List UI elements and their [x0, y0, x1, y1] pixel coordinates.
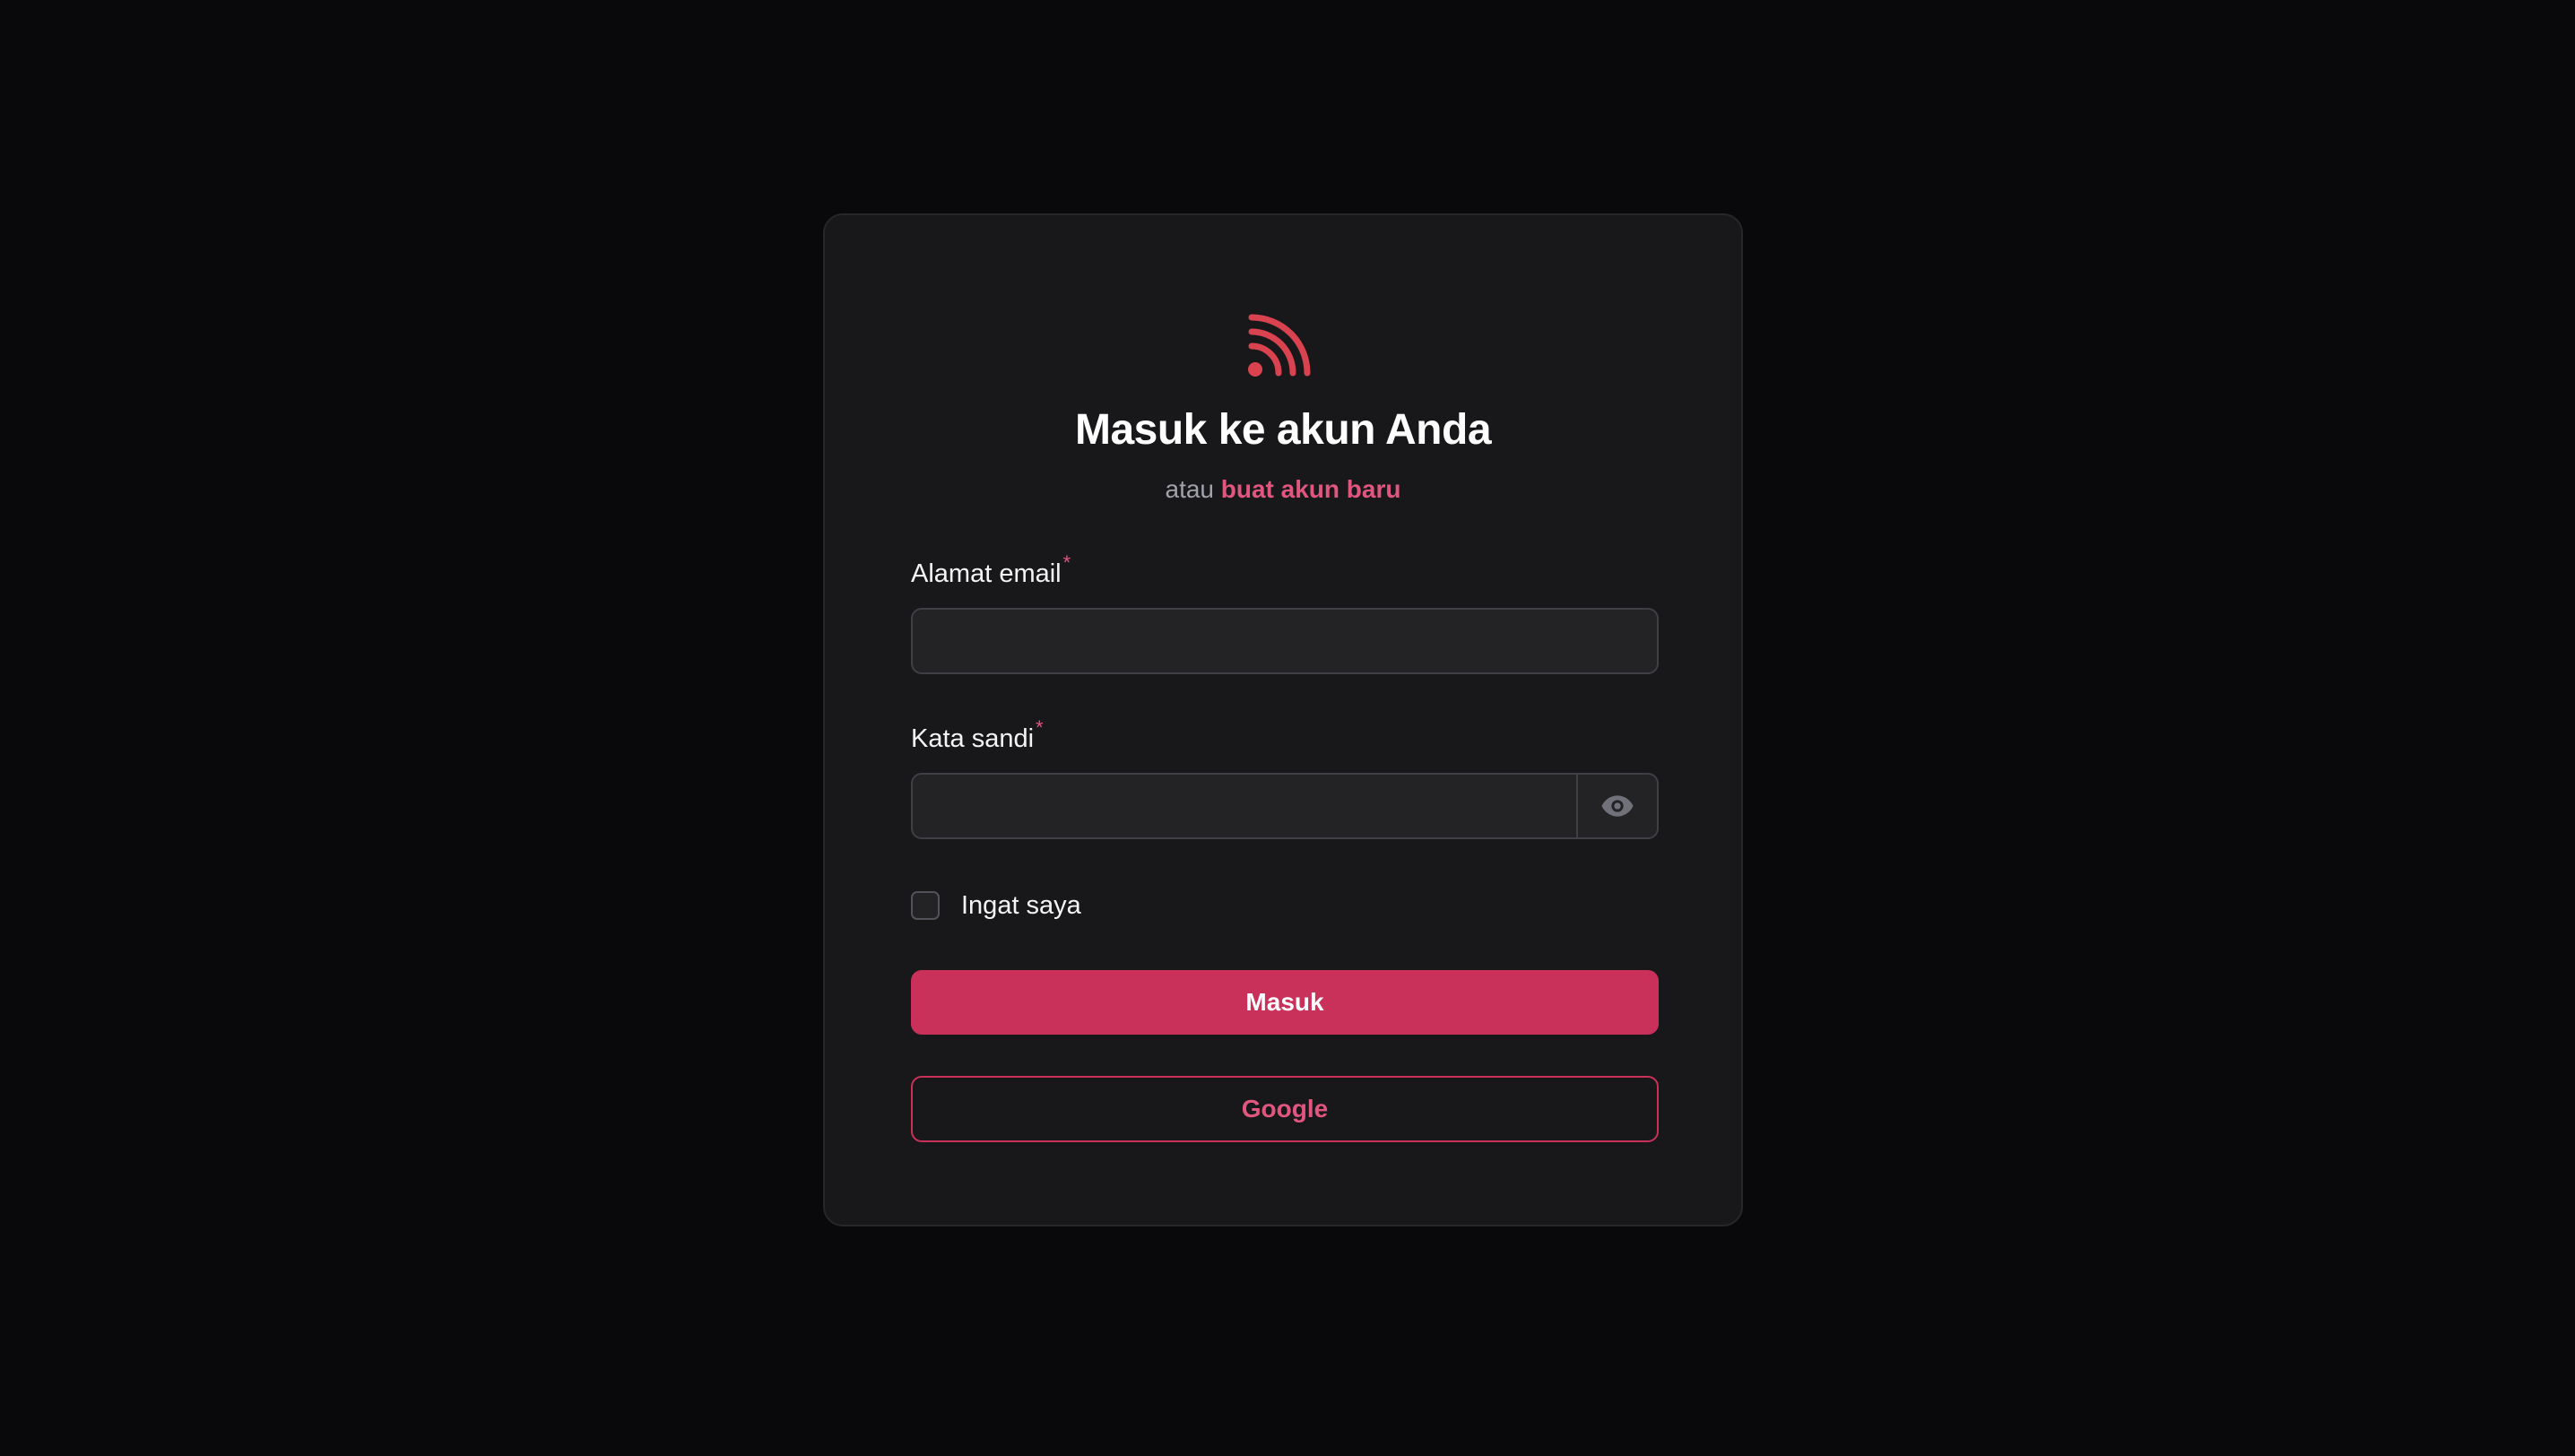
- show-password-button[interactable]: [1576, 775, 1657, 837]
- password-label: Kata sandi*: [911, 716, 1044, 758]
- remember-me-label[interactable]: Ingat saya: [961, 888, 1081, 923]
- email-field[interactable]: [911, 608, 1659, 674]
- password-label-text: Kata sandi: [911, 724, 1035, 753]
- password-field[interactable]: [913, 775, 1576, 837]
- password-field-group: [911, 773, 1659, 839]
- login-button[interactable]: Masuk: [911, 970, 1659, 1035]
- remember-me-row: Ingat saya: [911, 888, 1081, 923]
- login-card: Masuk ke akun Anda atau buat akun baru A…: [823, 213, 1743, 1226]
- email-label: Alamat email*: [911, 551, 1071, 594]
- rss-feed-icon: [1248, 314, 1311, 377]
- required-marker: *: [1062, 551, 1071, 574]
- subtitle: atau buat akun baru: [825, 472, 1741, 507]
- logo: [825, 301, 1741, 382]
- eye-icon: [1601, 795, 1634, 817]
- required-marker: *: [1036, 716, 1044, 739]
- email-label-text: Alamat email: [911, 559, 1062, 588]
- register-link[interactable]: buat akun baru: [1221, 475, 1401, 503]
- page-title: Masuk ke akun Anda: [1074, 406, 1492, 454]
- subtitle-prefix: atau: [1165, 475, 1215, 503]
- remember-me-checkbox[interactable]: [911, 891, 940, 920]
- google-login-button[interactable]: Google: [911, 1076, 1659, 1142]
